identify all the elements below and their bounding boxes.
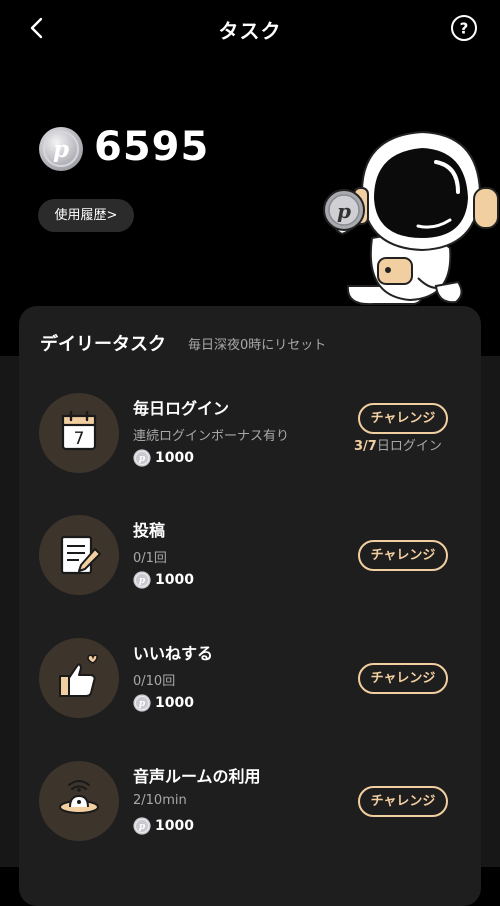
svg-text:p: p (139, 454, 146, 464)
task-description: 0/1回 (133, 551, 167, 566)
task-name: 毎日ログイン (133, 399, 230, 418)
calendar-icon: 7 (39, 393, 119, 473)
task-daily-login: 7 毎日ログイン 連続ログインボーナス有り p 1000 チャレンジ 3/7日ロ… (19, 393, 481, 493)
task-post: 投稿 0/1回 p 1000 チャレンジ (19, 515, 481, 615)
usage-history-button[interactable]: 使用履歴> (38, 199, 134, 232)
svg-text:p: p (337, 199, 351, 223)
login-progress-count: 3/7 (354, 439, 377, 454)
p-coin-icon: p (133, 449, 151, 467)
reward-amount: 1000 (155, 450, 194, 466)
reward-amount: 1000 (155, 572, 194, 588)
daily-task-title: デイリータスク (40, 334, 166, 355)
svg-text:p: p (139, 699, 146, 709)
astronaut-mascot-icon: p (323, 130, 499, 306)
svg-text:p: p (139, 822, 146, 832)
p-coin-icon: p (39, 127, 83, 171)
task-description: 2/10min (133, 793, 187, 808)
task-name: 投稿 (133, 521, 166, 540)
task-description: 連続ログインボーナス有り (133, 429, 290, 444)
login-progress-label: 日ログイン (376, 439, 442, 454)
task-name: いいねする (133, 644, 214, 663)
thumbs-up-icon (39, 638, 119, 718)
challenge-button[interactable]: チャレンジ (358, 663, 448, 694)
task-name: 音声ルームの利用 (133, 767, 261, 786)
voice-room-icon (39, 761, 119, 841)
reward-amount: 1000 (155, 818, 194, 834)
p-coin-icon: p (133, 817, 151, 835)
challenge-button[interactable]: チャレンジ (358, 403, 448, 434)
post-edit-icon (39, 515, 119, 595)
points-balance: p 6595 (38, 124, 208, 174)
help-button[interactable]: ? (450, 14, 478, 42)
challenge-button[interactable]: チャレンジ (358, 540, 448, 571)
svg-text:7: 7 (74, 429, 85, 449)
svg-text:p: p (53, 136, 69, 163)
login-progress: 3/7日ログイン (354, 435, 442, 454)
task-voice-room: 音声ルームの利用 2/10min p 1000 チャレンジ (19, 761, 481, 861)
page-title: タスク (218, 19, 282, 43)
task-description: 0/10回 (133, 674, 176, 689)
reward-amount: 1000 (155, 695, 194, 711)
header: タスク ? (0, 0, 500, 56)
daily-reset-note: 毎日深夜0時にリセット (188, 338, 327, 353)
task-like: いいねする 0/10回 p 1000 チャレンジ (19, 638, 481, 738)
daily-task-card: デイリータスク 毎日深夜0時にリセット 7 毎日ログイン 連続ログインボーナス有… (19, 306, 481, 906)
p-coin-icon: p (133, 571, 151, 589)
points-value: 6595 (94, 124, 210, 170)
question-circle-icon: ? (451, 15, 477, 41)
p-coin-icon: p (133, 694, 151, 712)
svg-text:?: ? (460, 20, 469, 38)
svg-text:p: p (139, 576, 146, 586)
challenge-button[interactable]: チャレンジ (358, 786, 448, 817)
